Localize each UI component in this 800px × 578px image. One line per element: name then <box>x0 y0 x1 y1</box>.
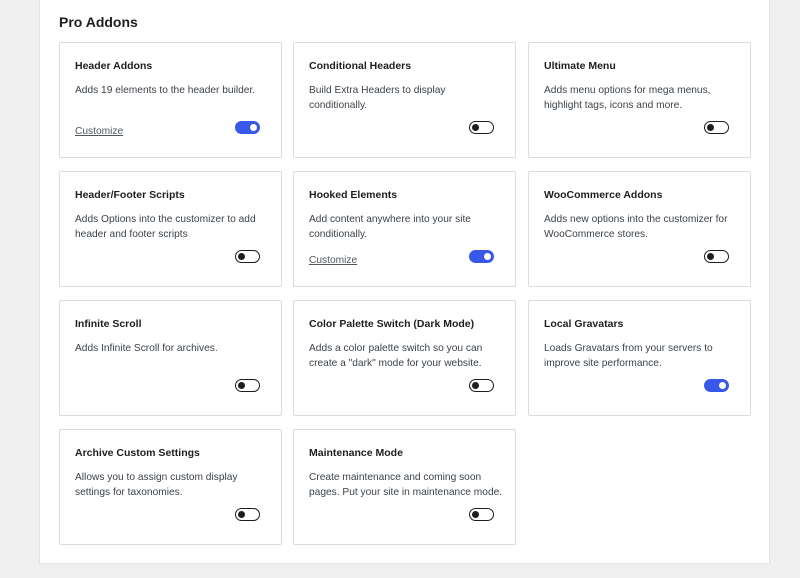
addon-toggle[interactable] <box>469 379 494 392</box>
addon-card-local-gravatars: Local Gravatars Loads Gravatars from you… <box>528 300 751 416</box>
addon-card-hooked-elements: Hooked Elements Add content anywhere int… <box>293 171 516 287</box>
addon-description: Add content anywhere into your site cond… <box>309 214 471 240</box>
addon-toggle[interactable] <box>469 508 494 521</box>
addon-toggle[interactable] <box>704 250 729 263</box>
addon-card-color-palette-switch: Color Palette Switch (Dark Mode) Adds a … <box>293 300 516 416</box>
toggle-knob <box>707 253 714 260</box>
addon-title: Local Gravatars <box>544 318 624 330</box>
addon-description: Loads Gravatars from your servers to imp… <box>544 343 713 369</box>
addon-card-conditional-headers: Conditional Headers Build Extra Headers … <box>293 42 516 158</box>
addon-card-woocommerce-addons: WooCommerce Addons Adds new options into… <box>528 171 751 287</box>
addon-title: Archive Custom Settings <box>75 447 200 459</box>
addon-card-header-footer-scripts: Header/Footer Scripts Adds Options into … <box>59 171 282 287</box>
addon-card-maintenance-mode: Maintenance Mode Create maintenance and … <box>293 429 516 545</box>
addon-description: Create maintenance and coming soon pages… <box>309 472 503 498</box>
addon-title: Header/Footer Scripts <box>75 189 185 201</box>
addon-toggle[interactable] <box>235 121 260 134</box>
addon-title: Maintenance Mode <box>309 447 403 459</box>
addon-toggle[interactable] <box>704 121 729 134</box>
addon-title: Ultimate Menu <box>544 60 616 72</box>
addon-description: Adds Options into the customizer to add … <box>75 214 256 240</box>
addon-toggle[interactable] <box>469 250 494 263</box>
toggle-knob <box>472 124 479 131</box>
addon-description: Adds 19 elements to the header builder. <box>75 85 256 96</box>
toggle-knob <box>238 253 245 260</box>
addon-title: Conditional Headers <box>309 60 412 72</box>
settings-panel: Pro Addons Header Addons Adds 19 element… <box>39 0 770 564</box>
addon-card-header-addons: Header Addons Adds 19 elements to the he… <box>59 42 282 158</box>
addon-title: Infinite Scroll <box>75 318 142 330</box>
addon-description: Adds menu options for mega menus, highli… <box>544 85 711 111</box>
customize-link[interactable]: Customize <box>75 126 123 137</box>
addon-title: Header Addons <box>75 60 153 72</box>
toggle-knob <box>238 511 245 518</box>
addon-toggle[interactable] <box>235 250 260 263</box>
addon-toggle[interactable] <box>469 121 494 134</box>
addon-toggle[interactable] <box>235 508 260 521</box>
toggle-knob <box>719 382 726 389</box>
addon-card-ultimate-menu: Ultimate Menu Adds menu options for mega… <box>528 42 751 158</box>
addon-title: Hooked Elements <box>309 189 398 201</box>
addon-toggle[interactable] <box>235 379 260 392</box>
toggle-knob <box>707 124 714 131</box>
toggle-knob <box>472 382 479 389</box>
addon-description: Allows you to assign custom display sett… <box>75 472 238 498</box>
toggle-knob <box>250 124 257 131</box>
addon-card-archive-custom-settings: Archive Custom Settings Allows you to as… <box>59 429 282 545</box>
addon-description: Adds a color palette switch so you can c… <box>309 343 483 369</box>
toggle-knob <box>472 511 479 518</box>
customize-link[interactable]: Customize <box>309 255 357 266</box>
addon-title: WooCommerce Addons <box>544 189 663 201</box>
addon-toggle[interactable] <box>704 379 729 392</box>
addon-title: Color Palette Switch (Dark Mode) <box>309 318 475 330</box>
addon-card-infinite-scroll: Infinite Scroll Adds Infinite Scroll for… <box>59 300 282 416</box>
toggle-knob <box>238 382 245 389</box>
addon-description: Adds new options into the customizer for… <box>544 214 728 240</box>
section-title: Pro Addons <box>59 14 138 30</box>
toggle-knob <box>484 253 491 260</box>
addon-description: Adds Infinite Scroll for archives. <box>75 343 218 354</box>
addon-description: Build Extra Headers to display condition… <box>309 85 446 111</box>
